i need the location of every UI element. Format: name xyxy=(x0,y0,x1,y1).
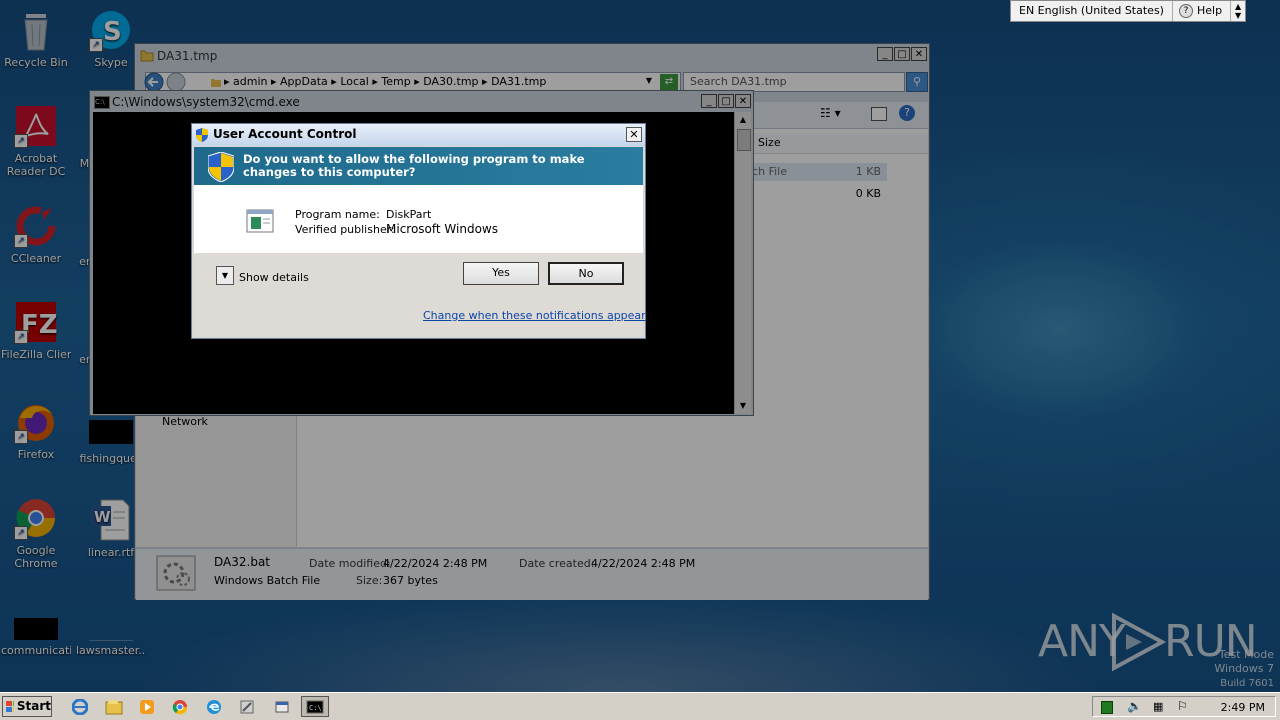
window-icon[interactable] xyxy=(268,696,296,717)
status-icon[interactable] xyxy=(1101,701,1113,714)
program-name-label: Program name: xyxy=(295,208,380,221)
desktop: Recycle Bin ↗ Acrobat Reader DC ↗ CClean… xyxy=(0,0,1280,692)
shield-icon xyxy=(196,128,208,142)
chrome-icon[interactable] xyxy=(166,696,194,717)
help-button[interactable]: ? Help xyxy=(1173,1,1232,21)
tool-icon[interactable] xyxy=(233,696,261,717)
show-details-button[interactable]: ▼ xyxy=(216,266,234,285)
publisher: Microsoft Windows xyxy=(386,222,498,236)
network-icon[interactable]: ▦ xyxy=(1153,700,1163,713)
language-selector[interactable]: EN English (United States) xyxy=(1011,1,1173,21)
clock[interactable]: 2:49 PM xyxy=(1221,701,1265,714)
help-label: Help xyxy=(1196,4,1223,17)
media-player-icon[interactable] xyxy=(133,696,161,717)
system-tray: 🔈 ▦ ⚐ 2:49 PM xyxy=(1092,696,1276,717)
cmd-icon[interactable]: C:\ xyxy=(301,696,329,717)
no-button[interactable]: No xyxy=(548,262,624,285)
uac-dialog: User Account Control ✕ Do you want to al… xyxy=(191,123,646,339)
secure-desktop-dim xyxy=(0,0,1280,692)
explorer-icon[interactable] xyxy=(100,696,128,717)
shield-icon xyxy=(208,152,234,182)
close-button[interactable]: ✕ xyxy=(626,127,642,142)
change-notifications-link[interactable]: Change when these notifications appear xyxy=(423,309,646,322)
uac-banner: Do you want to allow the following progr… xyxy=(194,147,643,185)
start-button[interactable]: Start xyxy=(2,696,52,717)
program-icon xyxy=(246,209,274,233)
show-details-label[interactable]: Show details xyxy=(239,271,309,284)
taskbar: Start C:\ 🔈 ▦ ⚐ 2:49 PM xyxy=(0,692,1280,720)
start-label: Start xyxy=(16,699,51,713)
svg-text:C:\: C:\ xyxy=(309,704,322,712)
program-name: DiskPart xyxy=(386,208,432,221)
help-icon: ? xyxy=(1178,4,1193,18)
uac-titlebar: User Account Control ✕ xyxy=(192,124,645,146)
uac-footer: ▼ Show details Yes No Change when these … xyxy=(194,253,646,336)
flag-icon[interactable]: ⚐ xyxy=(1177,699,1188,713)
ie-icon[interactable] xyxy=(66,696,94,717)
yes-button[interactable]: Yes xyxy=(463,262,539,285)
volume-icon[interactable]: 🔈 xyxy=(1127,699,1142,713)
uac-program-info: Program name: DiskPart Verified publishe… xyxy=(194,185,643,253)
language-bar-options-icon[interactable]: ▲ ▼ xyxy=(1231,1,1245,21)
windows-logo-icon xyxy=(6,700,14,712)
edge-icon[interactable] xyxy=(200,696,228,717)
uac-title: User Account Control xyxy=(213,127,357,141)
language-bar: EN English (United States) ? Help ▲ ▼ xyxy=(1010,0,1247,22)
publisher-label: Verified publisher: xyxy=(295,223,395,236)
uac-question: Do you want to allow the following progr… xyxy=(243,152,585,179)
